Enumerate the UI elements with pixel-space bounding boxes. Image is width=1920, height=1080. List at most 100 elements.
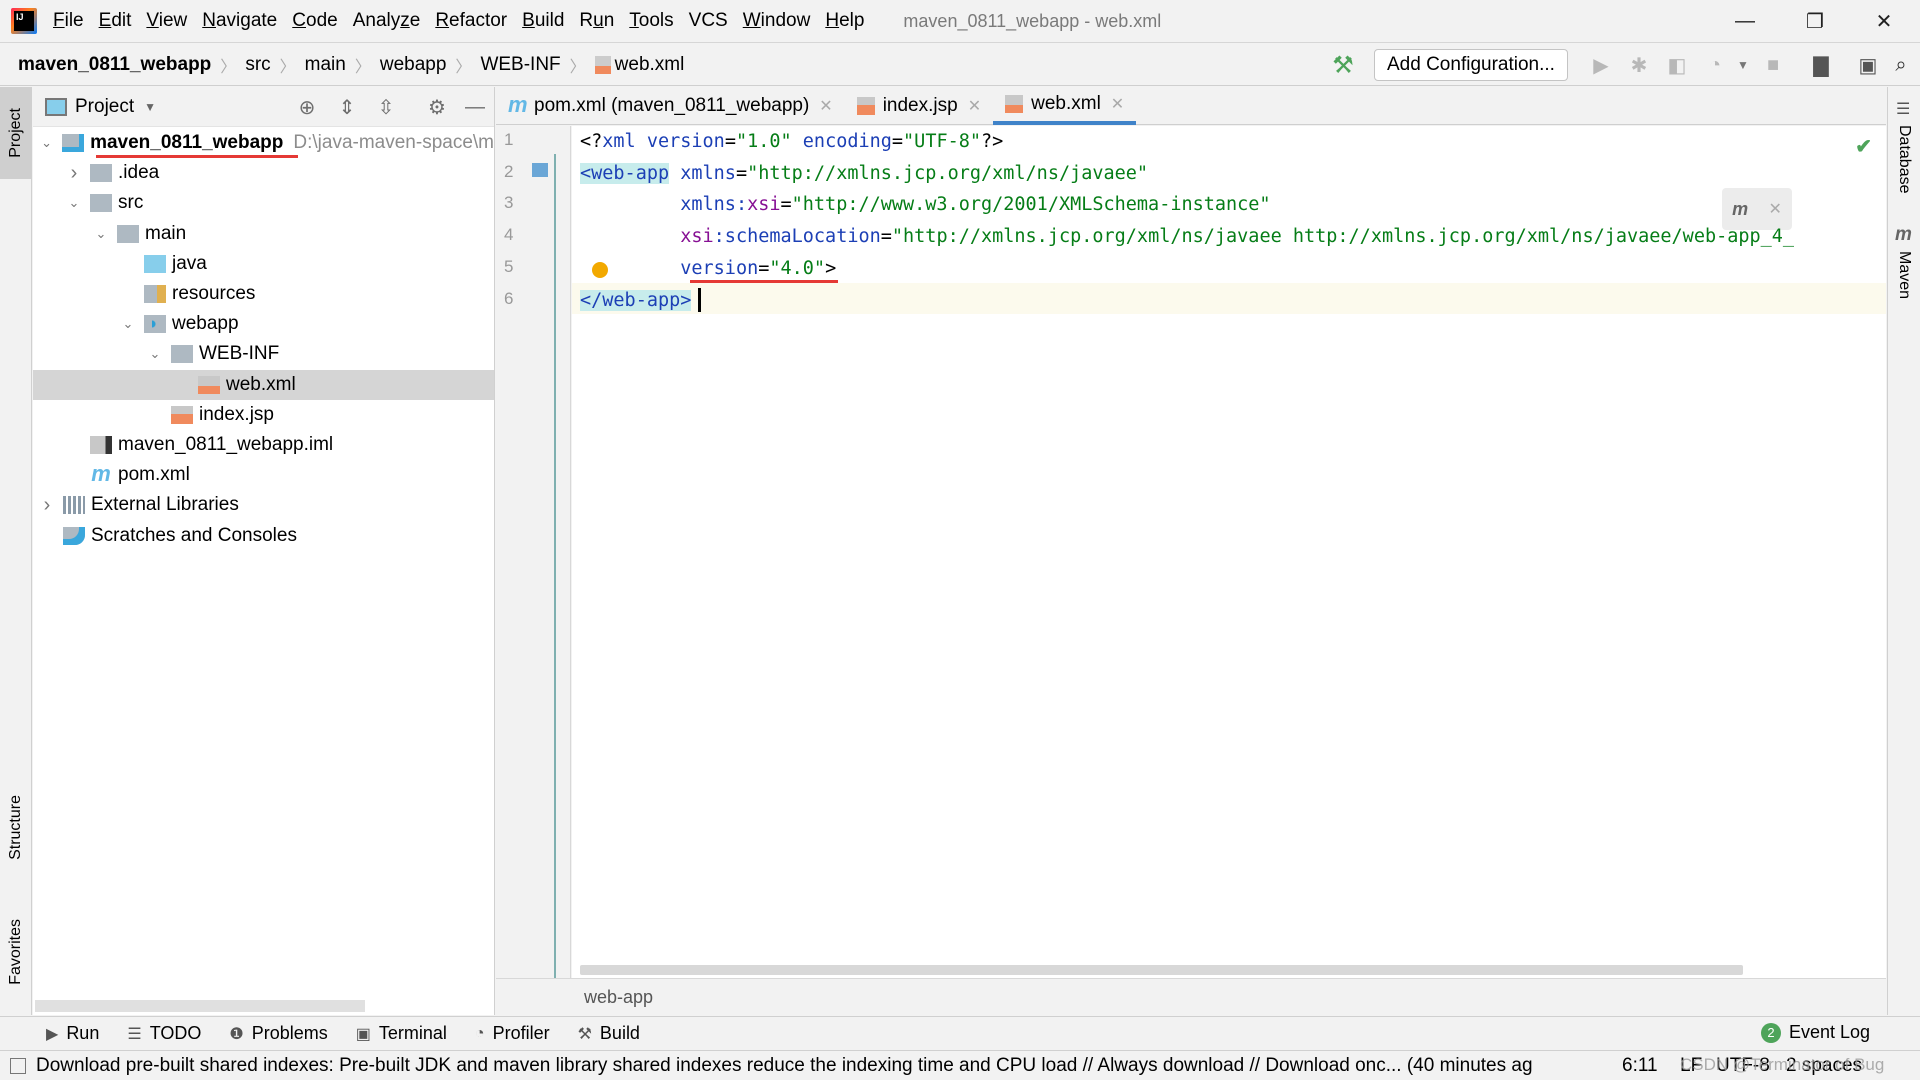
line-number: 3: [504, 193, 514, 213]
tree-item-scratches-and-consoles[interactable]: Scratches and Consoles: [33, 521, 494, 551]
add-configuration-button[interactable]: Add Configuration...: [1374, 49, 1568, 81]
event-count-badge: 2: [1760, 1022, 1781, 1043]
tree-item-java[interactable]: java: [33, 249, 494, 279]
chevron-down-icon[interactable]: ⌄: [120, 316, 136, 332]
locate-file-icon[interactable]: ⊕: [295, 95, 319, 119]
editor-horizontal-scrollbar[interactable]: [580, 965, 1743, 975]
tool-window-todo[interactable]: ☰ TODO: [127, 1023, 201, 1044]
tree-item-main[interactable]: ⌄ main: [33, 219, 494, 249]
menu-item-navigate[interactable]: Navigate: [202, 10, 277, 32]
chevron-right-icon[interactable]: ›: [39, 494, 55, 517]
tree-item--idea[interactable]: › .idea: [33, 158, 494, 188]
menu-item-analyze[interactable]: Analyze: [353, 10, 421, 32]
tool-tab-favorites[interactable]: Favorites: [0, 897, 32, 1007]
tool-window-build[interactable]: ⚒ Build: [578, 1023, 640, 1044]
status-toggle-icon[interactable]: [10, 1057, 26, 1074]
breadcrumb-item-web-app[interactable]: web-app: [584, 987, 653, 1008]
hammer-icon[interactable]: ⚒: [1330, 52, 1356, 79]
code-token: xmlns: [680, 162, 736, 184]
menu-item-edit[interactable]: Edit: [99, 10, 132, 32]
horizontal-scrollbar[interactable]: [35, 1000, 365, 1012]
chevron-down-icon[interactable]: ⌄: [66, 195, 82, 211]
menu-item-refactor[interactable]: Refactor: [435, 10, 507, 32]
tool-tab-project[interactable]: Project: [0, 87, 32, 179]
tree-item-webapp[interactable]: ⌄ webapp: [33, 309, 494, 339]
run-icon[interactable]: ▶: [1588, 52, 1614, 78]
chevron-right-icon[interactable]: ›: [66, 162, 82, 185]
expand-all-icon[interactable]: ⇕: [335, 95, 359, 119]
debug-icon[interactable]: ✱: [1626, 52, 1652, 78]
run-anything-icon[interactable]: ▣: [1855, 52, 1881, 78]
chevron-down-icon[interactable]: ▼: [144, 100, 156, 114]
breadcrumb-item[interactable]: web.xml: [615, 54, 685, 76]
close-window-button[interactable]: ✕: [1854, 0, 1914, 43]
tool-window-run[interactable]: ▶ Run: [46, 1023, 99, 1044]
tool-tab-structure[interactable]: Structure: [0, 772, 32, 882]
caret-position[interactable]: 6:11: [1622, 1055, 1658, 1077]
tree-item-web-xml[interactable]: web.xml: [33, 369, 494, 400]
menu-item-view[interactable]: View: [146, 10, 187, 32]
menu-item-code[interactable]: Code: [292, 10, 337, 32]
close-tab-icon[interactable]: ✕: [1111, 94, 1124, 114]
breadcrumb-item[interactable]: main: [305, 54, 346, 76]
menu-item-build[interactable]: Build: [522, 10, 564, 32]
restore-button[interactable]: ❐: [1785, 0, 1845, 43]
tree-item-label: web.xml: [226, 373, 296, 395]
tree-item-pom-xml[interactable]: m pom.xml: [33, 460, 494, 490]
breadcrumb-item[interactable]: webapp: [380, 54, 447, 76]
menu-item-help[interactable]: Help: [825, 10, 864, 32]
project-path: D:\java-maven-space\m: [293, 132, 494, 153]
chevron-down-icon[interactable]: ⌄: [39, 135, 54, 151]
code-editor[interactable]: ✔ m ✕ <?xml version="1.0" encoding="UTF-…: [572, 126, 1886, 978]
annotation-underline: [96, 155, 298, 158]
minimize-button[interactable]: —: [1715, 0, 1775, 43]
tree-item-maven-0811-webapp-iml[interactable]: maven_0811_webapp.iml: [33, 430, 494, 460]
iml-file-icon: [90, 436, 112, 454]
menu-item-file[interactable]: File: [53, 10, 84, 32]
tab-web-xml[interactable]: web.xml ✕: [993, 87, 1137, 125]
hide-panel-icon[interactable]: —: [463, 95, 487, 119]
menu-item-window[interactable]: Window: [743, 10, 811, 32]
intellij-logo-icon: IJ: [11, 8, 37, 34]
tool-tab-maven[interactable]: Maven: [1895, 251, 1913, 299]
search-icon[interactable]: ⌕: [1888, 52, 1914, 78]
menu-item-vcs[interactable]: VCS: [689, 10, 728, 32]
tool-window-profiler[interactable]: ◔ Profiler: [475, 1023, 550, 1044]
menu-item-run[interactable]: Run: [579, 10, 614, 32]
close-tab-icon[interactable]: ✕: [819, 96, 832, 116]
stop-icon[interactable]: ■: [1760, 52, 1786, 78]
tree-item-maven-0811-webapp[interactable]: ⌄ maven_0811_webapp D:\java-maven-space\m: [33, 128, 494, 158]
menu-item-tools[interactable]: Tools: [629, 10, 673, 32]
close-icon[interactable]: ✕: [1768, 199, 1781, 219]
breadcrumb-item[interactable]: src: [245, 54, 270, 76]
tree-item-index-jsp[interactable]: index.jsp: [33, 400, 494, 430]
tree-item-web-inf[interactable]: ⌄ WEB-INF: [33, 339, 494, 369]
chevron-down-icon[interactable]: ⌄: [93, 226, 109, 242]
inspection-ok-icon[interactable]: ✔: [1855, 134, 1872, 159]
tree-item-src[interactable]: ⌄ src: [33, 188, 494, 218]
libraries-icon: [63, 496, 85, 515]
tree-item-external-libraries[interactable]: › External Libraries: [33, 490, 494, 520]
project-view-selector[interactable]: Project: [75, 96, 134, 118]
tab-index-jsp[interactable]: index.jsp ✕: [845, 87, 993, 125]
web-descriptor-gutter-icon[interactable]: [532, 163, 548, 177]
status-message[interactable]: Download pre-built shared indexes: Pre-b…: [36, 1055, 1533, 1077]
project-structure-icon[interactable]: ▇: [1808, 52, 1834, 78]
tree-item-resources[interactable]: resources: [33, 279, 494, 309]
breadcrumb-item[interactable]: WEB-INF: [480, 54, 560, 76]
collapse-all-icon[interactable]: ⇳: [374, 95, 398, 119]
coverage-icon[interactable]: ◧: [1664, 52, 1690, 78]
breadcrumb-item[interactable]: maven_0811_webapp: [18, 54, 211, 76]
event-log-button[interactable]: 2 Event Log: [1760, 1022, 1870, 1043]
tool-tab-database[interactable]: Database: [1895, 125, 1913, 194]
gear-icon[interactable]: ⚙: [425, 95, 449, 119]
profile-icon[interactable]: ◔: [1702, 52, 1728, 78]
chevron-down-icon[interactable]: ▼: [1730, 52, 1756, 78]
maven-reload-icon[interactable]: m: [1732, 199, 1748, 220]
tool-window-problems[interactable]: ❶ Problems: [229, 1023, 327, 1044]
close-tab-icon[interactable]: ✕: [968, 96, 981, 116]
chevron-down-icon[interactable]: ⌄: [147, 346, 163, 362]
terminal-icon: ▣: [355, 1025, 371, 1043]
tool-window-terminal[interactable]: ▣ Terminal: [356, 1023, 447, 1044]
tab-pom-xml[interactable]: m pom.xml (maven_0811_webapp) ✕: [496, 87, 845, 125]
